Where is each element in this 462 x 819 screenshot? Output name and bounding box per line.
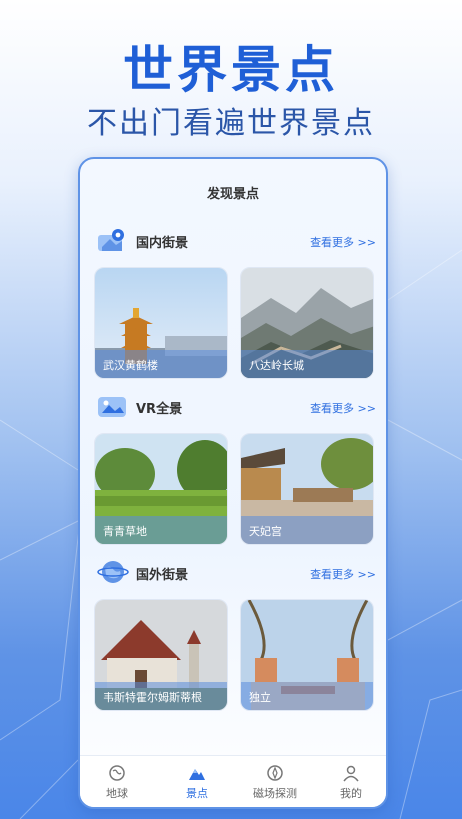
phone-mockup: 发现景点 国内街景 查看更多 >> 武汉黄鹤楼 八达岭长城 VR全景 查看更多 … [78, 157, 388, 809]
tab-label: 景点 [186, 787, 208, 800]
vr-icon [98, 397, 126, 417]
view-more-link[interactable]: 查看更多 >> [310, 234, 376, 250]
hero-subtitle: 不出门看遍世界景点 [87, 106, 375, 141]
mountain-tab-icon [189, 769, 205, 780]
section-title: 国外街景 [136, 568, 189, 583]
bottom-tab-bar: 地球 景点 磁场探测 我的 [80, 755, 386, 807]
tab-earth[interactable]: 地球 [82, 764, 152, 801]
section-vr-header: VR全景 查看更多 >> [96, 393, 376, 419]
section-domestic-header: 国内街景 查看更多 >> [96, 227, 376, 253]
tab-magnetic[interactable]: 磁场探测 [240, 764, 310, 801]
map-pin-icon [98, 229, 124, 251]
tab-label: 地球 [106, 787, 128, 800]
tab-label: 磁场探测 [253, 787, 297, 800]
section-title: 国内街景 [136, 236, 189, 251]
globe-icon [97, 561, 129, 583]
card-label: 武汉黄鹤楼 [95, 350, 227, 378]
user-tab-icon [343, 765, 359, 782]
card-label: 八达岭长城 [241, 350, 373, 378]
tab-scenic[interactable]: 景点 [162, 764, 232, 801]
scenic-card[interactable]: 韦斯特霍尔姆斯蒂根 [94, 599, 228, 711]
scenic-card[interactable]: 独立 [240, 599, 374, 711]
scenic-card[interactable]: 八达岭长城 [240, 267, 374, 379]
scenic-card[interactable]: 青青草地 [94, 433, 228, 545]
compass-tab-icon [267, 765, 283, 781]
scenic-card[interactable]: 武汉黄鹤楼 [94, 267, 228, 379]
card-label: 青青草地 [95, 516, 227, 544]
page-title: 发现景点 [206, 187, 259, 202]
scenic-card[interactable]: 天妃宫 [240, 433, 374, 545]
globe-tab-icon [109, 765, 125, 781]
hero-title: 世界景点 [123, 41, 339, 99]
tab-profile[interactable]: 我的 [316, 764, 386, 801]
view-more-link[interactable]: 查看更多 >> [310, 400, 376, 416]
card-label: 独立 [241, 682, 373, 710]
tab-label: 我的 [340, 787, 362, 800]
card-label: 韦斯特霍尔姆斯蒂根 [95, 682, 227, 710]
section-title: VR全景 [136, 402, 183, 417]
view-more-link[interactable]: 查看更多 >> [310, 566, 376, 582]
card-label: 天妃宫 [241, 516, 373, 544]
section-foreign-header: 国外街景 查看更多 >> [96, 559, 376, 585]
